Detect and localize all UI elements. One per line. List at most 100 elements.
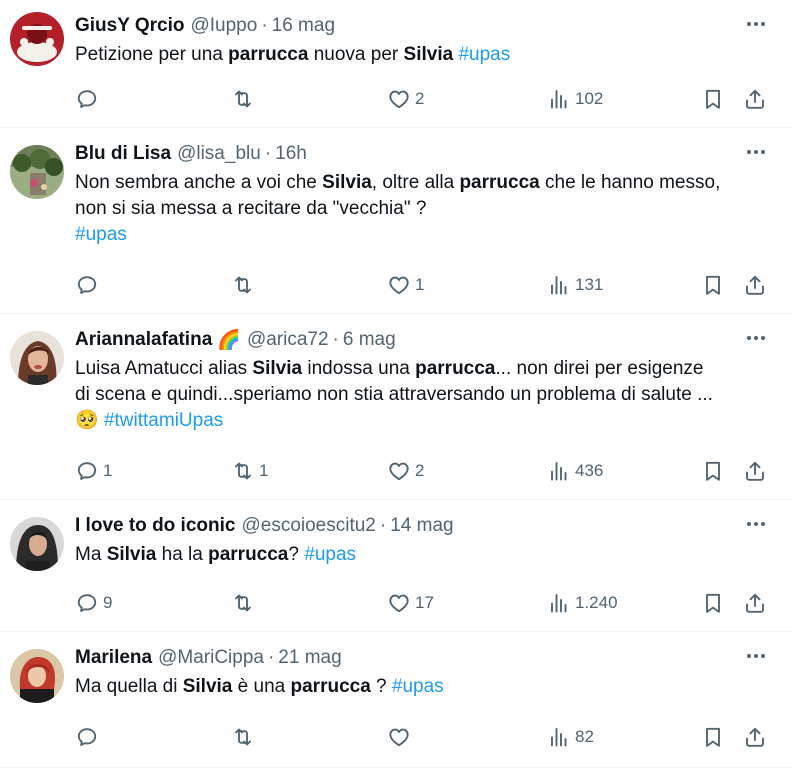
heart-icon — [389, 594, 409, 613]
tweet-header: GiusY Qrcio @Iuppo · 16 mag — [75, 13, 335, 39]
display-name[interactable]: Blu di Lisa — [75, 143, 171, 165]
replies-count: 1 — [103, 461, 113, 480]
avatar[interactable] — [10, 517, 64, 571]
like-button[interactable] — [387, 722, 415, 752]
bookmark-icon — [706, 727, 720, 747]
more-options-icon[interactable] — [744, 514, 768, 534]
views-button[interactable]: 131 — [547, 270, 603, 300]
tweet-actions: 1 131 — [75, 270, 775, 300]
user-handle[interactable]: @escoioescitu2 — [241, 515, 375, 537]
views-icon — [551, 90, 567, 109]
meta-separator: · — [332, 329, 339, 350]
more-options-icon[interactable] — [744, 14, 768, 34]
reply-button[interactable]: 9 — [75, 588, 112, 618]
user-handle[interactable]: @lisa_blu — [177, 143, 261, 165]
retweets-count: 1 — [259, 461, 269, 480]
text-segment: Luisa Amatucci alias — [75, 358, 253, 379]
retweet-button[interactable] — [231, 270, 259, 300]
reply-button[interactable]: 1 — [75, 456, 112, 486]
text-segment: Non sembra anche a voi che — [75, 172, 323, 193]
hashtag-link[interactable]: #twittamiUpas — [104, 410, 223, 431]
more-options-icon[interactable] — [744, 646, 768, 666]
tweet-feed: GiusY Qrcio @Iuppo · 16 mag Petizione per un… — [0, 0, 792, 783]
text-segment: Petizione per una — [75, 44, 229, 65]
tweet-5[interactable]: Marilena @MariCippa · 21 mag Ma quella di Si… — [0, 632, 792, 768]
bookmark-button[interactable] — [701, 722, 725, 752]
text-segment: non si sia messa a recitare da "vecchia"… — [75, 198, 427, 219]
user-handle[interactable]: @arica72 — [247, 329, 329, 351]
views-button[interactable]: 82 — [547, 722, 594, 752]
user-handle[interactable]: @Iuppo — [190, 15, 257, 37]
retweet-icon — [235, 728, 251, 746]
like-button[interactable]: 2 — [387, 456, 424, 486]
more-options-icon[interactable] — [744, 142, 768, 162]
retweet-icon — [235, 594, 251, 612]
text-segment: Ma — [75, 544, 107, 565]
heart-icon — [389, 462, 409, 481]
text-segment: è una — [232, 676, 291, 697]
reply-icon — [77, 594, 97, 612]
tweet-3[interactable]: Ariannalafatina 🌈 @arica72 · 6 mag Luisa Amat… — [0, 314, 792, 500]
tweet-actions: 9 17 1.240 — [75, 588, 775, 618]
tweet-text: Luisa Amatucci alias Silvia indossa una … — [75, 356, 775, 434]
views-button[interactable]: 102 — [547, 84, 603, 114]
meta-separator: · — [379, 515, 387, 536]
tweet-header: Marilena @MariCippa · 21 mag — [75, 645, 342, 671]
timestamp[interactable]: 21 mag — [278, 647, 341, 669]
bookmark-icon — [706, 461, 720, 481]
tweet-text: Ma quella di Silvia è una parrucca ? #up… — [75, 674, 775, 700]
timestamp[interactable]: 6 mag — [343, 329, 396, 351]
reply-button[interactable] — [75, 84, 103, 114]
like-button[interactable]: 17 — [387, 588, 434, 618]
share-button[interactable] — [743, 588, 767, 618]
bookmark-button[interactable] — [701, 456, 725, 486]
tweet-4[interactable]: I love to do iconic @escoioescitu2 · 14 mag… — [0, 500, 792, 632]
bookmark-icon — [706, 89, 720, 109]
retweet-button[interactable] — [231, 84, 259, 114]
views-button[interactable]: 1.240 — [547, 588, 618, 618]
display-name[interactable]: I love to do iconic — [75, 515, 235, 537]
timestamp[interactable]: 16h — [275, 143, 307, 165]
bookmark-button[interactable] — [701, 84, 725, 114]
like-button[interactable]: 1 — [387, 270, 424, 300]
hashtag-link[interactable]: #upas — [304, 544, 356, 565]
share-button[interactable] — [743, 84, 767, 114]
woman-portrait-avatar — [10, 331, 64, 385]
more-options-icon[interactable] — [744, 328, 768, 348]
retweet-button[interactable] — [231, 588, 259, 618]
avatar[interactable] — [10, 649, 64, 703]
views-button[interactable]: 436 — [547, 456, 603, 486]
retweet-button[interactable]: 1 — [231, 456, 268, 486]
hashtag-link[interactable]: #upas — [458, 44, 510, 65]
tweet-1[interactable]: GiusY Qrcio @Iuppo · 16 mag Petizione per un… — [0, 0, 792, 128]
avatar[interactable] — [10, 331, 64, 385]
hashtag-link[interactable]: #upas — [75, 224, 127, 245]
avatar[interactable] — [10, 12, 64, 66]
views-icon — [551, 276, 567, 295]
bold-keyword: Silvia — [182, 676, 233, 697]
timestamp[interactable]: 16 mag — [272, 15, 335, 37]
display-name[interactable]: Ariannalafatina — [75, 329, 212, 351]
tweet-header: Ariannalafatina 🌈 @arica72 · 6 mag — [75, 327, 396, 353]
reply-button[interactable] — [75, 722, 103, 752]
tweet-2[interactable]: Blu di Lisa @lisa_blu · 16h Non sembra anche… — [0, 128, 792, 314]
tweet-text-line: di scena e quindi...speriamo non stia at… — [75, 382, 775, 408]
user-handle[interactable]: @MariCippa — [158, 647, 264, 669]
hashtag-link[interactable]: #upas — [392, 676, 444, 697]
reply-button[interactable] — [75, 270, 103, 300]
display-name[interactable]: Marilena — [75, 647, 152, 669]
christmas-hat-avatar — [10, 12, 64, 66]
share-button[interactable] — [743, 270, 767, 300]
likes-count: 17 — [415, 593, 434, 612]
like-button[interactable]: 2 — [387, 84, 424, 114]
share-button[interactable] — [743, 722, 767, 752]
retweet-button[interactable] — [231, 722, 259, 752]
retweet-icon — [235, 90, 251, 108]
display-name[interactable]: GiusY Qrcio — [75, 15, 184, 37]
share-button[interactable] — [743, 456, 767, 486]
tweet-header: I love to do iconic @escoioescitu2 · 14 mag — [75, 513, 454, 539]
avatar[interactable] — [10, 145, 64, 199]
bookmark-button[interactable] — [701, 270, 725, 300]
timestamp[interactable]: 14 mag — [390, 515, 453, 537]
bookmark-button[interactable] — [701, 588, 725, 618]
